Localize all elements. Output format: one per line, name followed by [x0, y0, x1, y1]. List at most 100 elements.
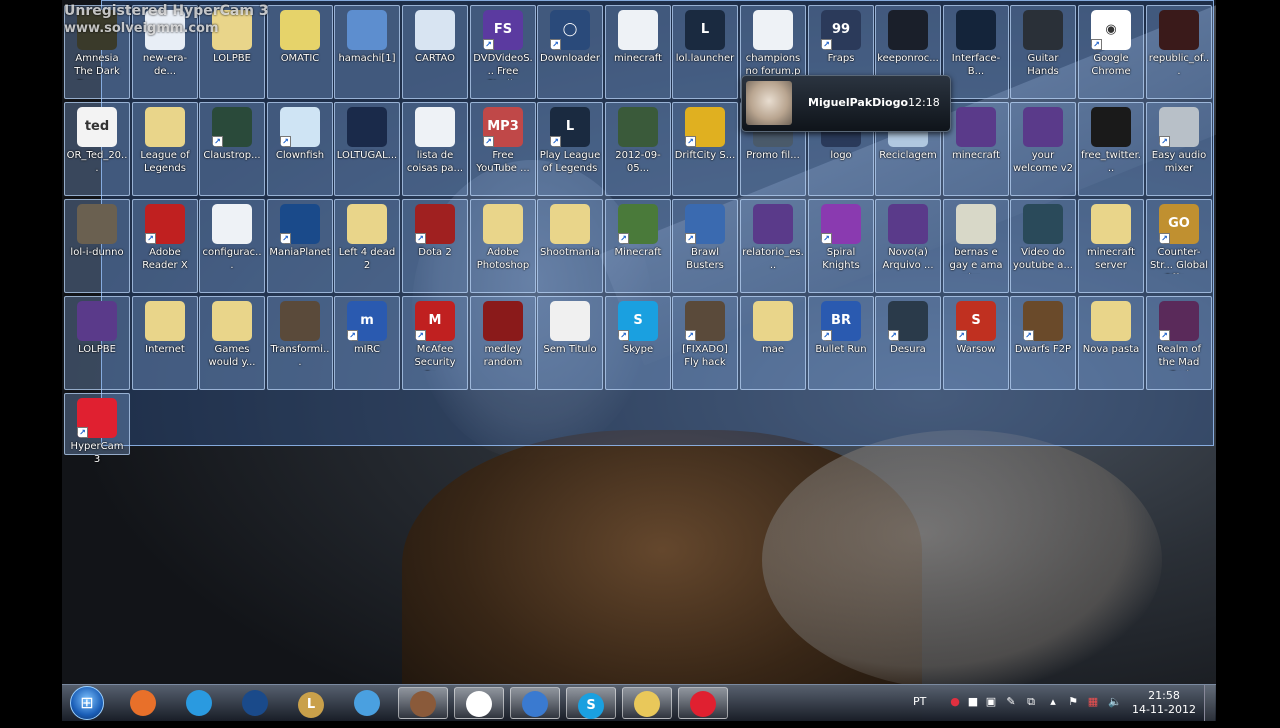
- desktop-icon[interactable]: m ↗ mIRC: [334, 296, 400, 390]
- desktop-icon[interactable]: minecraft server: [1078, 199, 1144, 293]
- desktop-icon[interactable]: ↗ [FIXADO] Fly hack: [672, 296, 738, 390]
- desktop-icon[interactable]: ↗ Realm of the Mad God: [1146, 296, 1212, 390]
- desktop-icon-label: minecraft: [951, 150, 1000, 161]
- desktop-icon[interactable]: republic_of...: [1146, 5, 1212, 99]
- desktop-icon[interactable]: S ↗ Warsow: [943, 296, 1009, 390]
- desktop-icon[interactable]: relatorio_es...: [740, 199, 806, 293]
- desktop-icon[interactable]: ◯ ↗ Downloader: [537, 5, 603, 99]
- taskbar-button[interactable]: [230, 687, 280, 719]
- show-hidden-icons-icon[interactable]: ▴: [1046, 695, 1060, 709]
- desktop-icon[interactable]: ↗ Minecraft: [605, 199, 671, 293]
- desktop-icon[interactable]: L ↗ Play League of Legends: [537, 102, 603, 196]
- windows-start-orb-icon[interactable]: ⊞: [70, 686, 104, 720]
- hypercam-window-icon[interactable]: ⧉: [1024, 695, 1038, 709]
- desktop-icon-label: Novo(a) Arquivo ...: [882, 247, 934, 271]
- network-icon[interactable]: ▦: [1086, 695, 1100, 709]
- taskbar-button[interactable]: L: [286, 687, 336, 719]
- desktop-icon[interactable]: ↗ HyperCam 3: [64, 393, 130, 465]
- desktop-icon[interactable]: ↗ Dota 2: [402, 199, 468, 293]
- desktop-icon[interactable]: Llol.launcher: [672, 5, 738, 99]
- desktop-icon[interactable]: ↗ ManiaPlanet: [267, 199, 333, 293]
- taskbar-button[interactable]: [678, 687, 728, 719]
- desktop-icon-label: Adobe Reader X: [142, 247, 188, 271]
- desktop-icon[interactable]: ↗ Desura: [875, 296, 941, 390]
- desktop-icon[interactable]: Sem Titulo: [537, 296, 603, 390]
- desktop-icon[interactable]: MP3 ↗ Free YouTube ...: [470, 102, 536, 196]
- desktop-icon[interactable]: S ↗ Skype: [605, 296, 671, 390]
- show-desktop-button[interactable]: [1204, 685, 1215, 721]
- fraps-icon: 99 ↗: [821, 10, 861, 50]
- desktop-icon[interactable]: ◉ ↗ Google Chrome: [1078, 5, 1144, 99]
- taskbar-button[interactable]: S: [566, 687, 616, 719]
- volume-icon[interactable]: 🔈: [1108, 695, 1122, 709]
- desktop-icon[interactable]: Shootmania: [537, 199, 603, 293]
- desktop-icon[interactable]: Video do youtube a...: [1010, 199, 1076, 293]
- skype-notification[interactable]: MiguelPakDiogo 12:18: [741, 75, 951, 132]
- desktop-icon[interactable]: lol-i-dunno: [64, 199, 130, 293]
- desktop-icon[interactable]: BR ↗ Bullet Run: [808, 296, 874, 390]
- desktop-icon[interactable]: configurac...: [199, 199, 265, 293]
- desktop-icon[interactable]: ↗ Spiral Knights: [808, 199, 874, 293]
- desktop-icon[interactable]: ↗ Clownfish: [267, 102, 333, 196]
- desktop-icon-label: lol.launcher: [675, 53, 735, 64]
- shortcut-arrow-icon: ↗: [1023, 330, 1034, 341]
- mirc-icon: m ↗: [347, 301, 387, 341]
- desktop-icon[interactable]: M↗ McAfee Security Sc...: [402, 296, 468, 390]
- desktop-icon[interactable]: ted OR_Ted_20...: [64, 102, 130, 196]
- desktop-icon[interactable]: 2012-09-05...: [605, 102, 671, 196]
- hypercam-settings-icon[interactable]: ✎: [1004, 695, 1018, 709]
- clock[interactable]: 21:58 14-11-2012: [1132, 689, 1196, 717]
- desktop-icon[interactable]: Left 4 dead 2: [334, 199, 400, 293]
- desktop-icon[interactable]: League of Legends: [132, 102, 198, 196]
- taskbar-button[interactable]: [118, 687, 168, 719]
- shortcut-arrow-icon: ↗: [280, 233, 291, 244]
- desktop-icon[interactable]: ↗ Adobe Reader X: [132, 199, 198, 293]
- league-of-legends-icon: L ↗: [550, 107, 590, 147]
- language-indicator[interactable]: PT: [913, 695, 926, 708]
- desktop-icon[interactable]: minecraft: [943, 102, 1009, 196]
- desktop-icon[interactable]: free_twitter...: [1078, 102, 1144, 196]
- desktop-icon[interactable]: LOLTUGAL...: [334, 102, 400, 196]
- desktop-icon[interactable]: mae: [740, 296, 806, 390]
- desktop-icon[interactable]: CARTAO: [402, 5, 468, 99]
- desktop-icon[interactable]: LOLPBE: [64, 296, 130, 390]
- desktop-icon[interactable]: Games would y...: [199, 296, 265, 390]
- hypercam-record-icon[interactable]: ●: [948, 695, 962, 709]
- taskbar-button[interactable]: [454, 687, 504, 719]
- desktop-icon[interactable]: Guitar Hands: [1010, 5, 1076, 99]
- desktop-icon[interactable]: Novo(a) Arquivo ...: [875, 199, 941, 293]
- desktop-icon-label: Internet: [145, 344, 185, 355]
- desktop-icon[interactable]: ↗ Brawl Busters: [672, 199, 738, 293]
- desktop-icon[interactable]: OMATIC: [267, 5, 333, 99]
- desktop-icon[interactable]: Interface-B...: [943, 5, 1009, 99]
- desktop-icon-label: McAfee Security Sc...: [414, 344, 456, 371]
- desktop-icon[interactable]: ↗ Claustrop...: [199, 102, 265, 196]
- hypercam-stop-icon[interactable]: ■: [966, 695, 980, 709]
- desktop-icon[interactable]: minecraft: [605, 5, 671, 99]
- desktop-icon[interactable]: lista de coisas pa...: [402, 102, 468, 196]
- desktop-icon[interactable]: GO↗ Counter-Str... Global Offe...: [1146, 199, 1212, 293]
- desktop-icon[interactable]: bernas e gay e ama piro...: [943, 199, 1009, 293]
- desktop-icon[interactable]: Adobe Photoshop: [470, 199, 536, 293]
- taskbar-button[interactable]: [622, 687, 672, 719]
- taskbar-button[interactable]: [510, 687, 560, 719]
- action-center-flag-icon[interactable]: ⚑: [1066, 695, 1080, 709]
- desktop-icon-label: Counter-Str... Global Offe...: [1149, 247, 1209, 274]
- desktop-icon[interactable]: Transformi...: [267, 296, 333, 390]
- desktop-icon[interactable]: hamachi[1]: [334, 5, 400, 99]
- hypercam-camera-icon[interactable]: ▣: [984, 695, 998, 709]
- desktop-icon[interactable]: your welcome v2: [1010, 102, 1076, 196]
- taskbar-button[interactable]: [398, 687, 448, 719]
- desktop-icon[interactable]: Nova pasta: [1078, 296, 1144, 390]
- desktop-icon[interactable]: ↗ Easy audio mixer: [1146, 102, 1212, 196]
- folder-icon: [483, 204, 523, 244]
- desktop-icon[interactable]: medley random: [470, 296, 536, 390]
- desktop-icon-label: Adobe Photoshop: [476, 247, 530, 271]
- cat-avatar-icon: [746, 81, 792, 125]
- desktop-icon[interactable]: ↗ DriftCity S...: [672, 102, 738, 196]
- desktop-icon[interactable]: ↗ Dwarfs F2P: [1010, 296, 1076, 390]
- taskbar-button[interactable]: [342, 687, 392, 719]
- desktop-icon[interactable]: FS↗ DVDVideoS... Free Studio: [470, 5, 536, 99]
- taskbar-button[interactable]: [174, 687, 224, 719]
- desktop-icon[interactable]: Internet: [132, 296, 198, 390]
